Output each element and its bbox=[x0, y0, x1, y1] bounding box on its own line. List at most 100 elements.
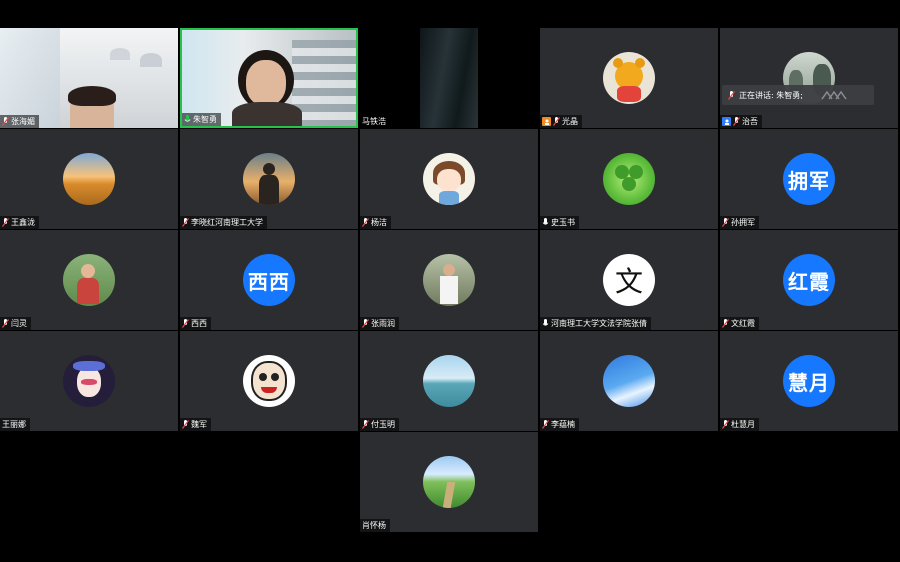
cohost-icon bbox=[722, 117, 731, 126]
participant-name: 张雨润 bbox=[371, 319, 395, 328]
mic-muted-icon bbox=[722, 319, 729, 328]
participant-video bbox=[420, 28, 478, 128]
text-avatar: 文 bbox=[603, 254, 655, 306]
participant-tile[interactable]: 光晶 bbox=[540, 28, 718, 128]
participant-tile[interactable]: 西西 西西 bbox=[180, 230, 358, 330]
participant-video bbox=[0, 28, 178, 128]
participant-tile[interactable]: 王丽娜 bbox=[0, 331, 178, 431]
participant-nameplate: 治吾 bbox=[720, 115, 762, 128]
participant-tile[interactable]: 王鑫泷 bbox=[0, 129, 178, 229]
child-outdoors-avatar bbox=[63, 254, 115, 306]
participant-name: 闫灵 bbox=[11, 319, 27, 328]
participant-nameplate: 魏军 bbox=[180, 418, 211, 431]
participant-nameplate: 史玉书 bbox=[540, 216, 579, 229]
participant-name: 李蕴楠 bbox=[551, 420, 575, 429]
participant-name: 河南理工大学文法学院张倩 bbox=[551, 319, 647, 328]
speaking-label: 正在讲话: 朱智勇; bbox=[739, 90, 803, 100]
participant-name: 朱智勇 bbox=[193, 115, 217, 124]
participant-tile-active-speaker[interactable]: 朱智勇 bbox=[180, 28, 358, 128]
mic-muted-icon bbox=[182, 218, 189, 227]
participant-tile[interactable]: 马铁浩 bbox=[360, 28, 538, 128]
text-avatar: 拥军 bbox=[783, 153, 835, 205]
participant-tile[interactable]: 慧月 杜慧月 bbox=[720, 331, 898, 431]
speaking-indicator: 正在讲话: 朱智勇; bbox=[722, 85, 874, 105]
participant-name: 马铁浩 bbox=[362, 117, 386, 126]
participant-tile[interactable]: 治吾 bbox=[720, 28, 898, 128]
opera-mask-avatar bbox=[63, 355, 115, 407]
mic-muted-icon bbox=[182, 319, 189, 328]
mic-muted-icon bbox=[542, 420, 549, 429]
mic-icon bbox=[542, 218, 549, 225]
participant-name: 孙拥军 bbox=[731, 218, 755, 227]
participant-tile[interactable]: 肖怀杨 bbox=[360, 432, 538, 532]
clover-avatar bbox=[603, 153, 655, 205]
participant-name: 肖怀杨 bbox=[362, 521, 386, 530]
participant-name: 光晶 bbox=[562, 117, 578, 126]
participant-tile[interactable]: 张海媚 bbox=[0, 28, 178, 128]
mic-muted-icon bbox=[362, 319, 369, 328]
participant-tile[interactable]: 付玉明 bbox=[360, 331, 538, 431]
green-path-avatar bbox=[423, 456, 475, 508]
mic-muted-icon bbox=[733, 117, 740, 126]
participant-name: 史玉书 bbox=[551, 218, 575, 227]
participant-nameplate: 王鑫泷 bbox=[0, 216, 39, 229]
participant-tile[interactable]: 红霞 文红霞 bbox=[720, 230, 898, 330]
participant-name: 西西 bbox=[191, 319, 207, 328]
mic-muted-icon bbox=[362, 218, 369, 227]
participant-nameplate: 西西 bbox=[180, 317, 211, 330]
participant-tile[interactable]: 张雨润 bbox=[360, 230, 538, 330]
participant-video bbox=[182, 30, 356, 126]
mic-muted-icon bbox=[722, 420, 729, 429]
anime-girl-avatar bbox=[423, 153, 475, 205]
blue-sky-avatar bbox=[603, 355, 655, 407]
participant-nameplate: 张海媚 bbox=[0, 115, 39, 128]
mic-muted-icon bbox=[553, 117, 560, 126]
text-avatar: 慧月 bbox=[783, 355, 835, 407]
silhouette-sunset-avatar bbox=[243, 153, 295, 205]
mic-muted-icon bbox=[722, 218, 729, 227]
participant-name: 张海媚 bbox=[11, 117, 35, 126]
participant-tile[interactable]: 史玉书 bbox=[540, 129, 718, 229]
participant-tile[interactable]: 闫灵 bbox=[0, 230, 178, 330]
cartoon-face-avatar bbox=[243, 355, 295, 407]
participant-name: 杨洁 bbox=[371, 218, 387, 227]
mic-icon bbox=[542, 319, 549, 326]
participant-name: 李晓红河南理工大学 bbox=[191, 218, 263, 227]
winnie-the-pooh-avatar bbox=[603, 52, 655, 104]
mic-muted-icon bbox=[182, 420, 189, 429]
participant-nameplate: 李晓红河南理工大学 bbox=[180, 216, 267, 229]
participant-name: 治吾 bbox=[742, 117, 758, 126]
mic-muted-icon bbox=[2, 218, 9, 227]
mic-muted-icon bbox=[728, 90, 735, 100]
participant-nameplate: 文红霞 bbox=[720, 317, 759, 330]
participant-nameplate: 河南理工大学文法学院张倩 bbox=[540, 317, 651, 330]
participant-nameplate: 王丽娜 bbox=[0, 418, 30, 431]
participant-tile[interactable]: 拥军 孙拥军 bbox=[720, 129, 898, 229]
mic-muted-icon bbox=[2, 319, 9, 328]
sunset-field-avatar bbox=[63, 153, 115, 205]
text-avatar: 红霞 bbox=[783, 254, 835, 306]
participant-name: 杜慧月 bbox=[731, 420, 755, 429]
participant-tile[interactable]: 文 河南理工大学文法学院张倩 bbox=[540, 230, 718, 330]
participant-tile[interactable]: 魏军 bbox=[180, 331, 358, 431]
mic-muted-icon bbox=[362, 420, 369, 429]
man-standing-avatar bbox=[423, 254, 475, 306]
participant-tile[interactable]: 杨洁 bbox=[360, 129, 538, 229]
participant-nameplate: 杨洁 bbox=[360, 216, 391, 229]
participant-nameplate: 孙拥军 bbox=[720, 216, 759, 229]
participant-nameplate: 闫灵 bbox=[0, 317, 31, 330]
participant-name: 王鑫泷 bbox=[11, 218, 35, 227]
participant-nameplate: 杜慧月 bbox=[720, 418, 759, 431]
participant-tile[interactable]: 李晓红河南理工大学 bbox=[180, 129, 358, 229]
mic-active-icon bbox=[184, 115, 191, 122]
participant-nameplate: 李蕴楠 bbox=[540, 418, 579, 431]
participant-name: 王丽娜 bbox=[2, 420, 26, 429]
participant-nameplate: 张雨润 bbox=[360, 317, 399, 330]
participant-nameplate: 马铁浩 bbox=[360, 115, 390, 128]
participant-tile[interactable]: 李蕴楠 bbox=[540, 331, 718, 431]
participant-name: 文红霞 bbox=[731, 319, 755, 328]
participant-nameplate: 朱智勇 bbox=[182, 113, 221, 126]
participant-nameplate: 肖怀杨 bbox=[360, 519, 390, 532]
participant-nameplate: 光晶 bbox=[540, 115, 582, 128]
participant-name: 魏军 bbox=[191, 420, 207, 429]
